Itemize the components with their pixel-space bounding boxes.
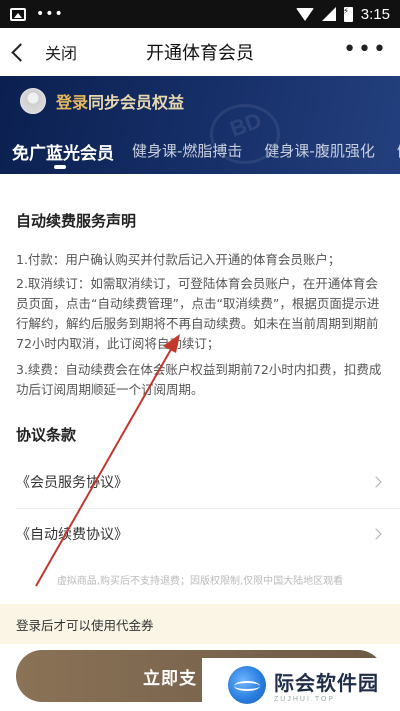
login-row[interactable]: 登录 同步会员权益 (20, 88, 184, 114)
statement-title: 自动续费服务声明 (16, 212, 137, 230)
nav-bar: 关闭 开通体育会员 ••• (0, 28, 400, 76)
battery-charging-icon (343, 6, 353, 22)
member-header: BD 登录 同步会员权益 免广蓝光会员 健身课-燃脂搏击 健身课-腹肌强化 健 (0, 76, 400, 174)
status-left: ••• (10, 6, 64, 22)
back-arrow-icon (11, 42, 30, 62)
watermark: 际会软件园 ZUJHUI.TOP (202, 658, 400, 711)
watermark-text: 际会软件园 ZUJHUI.TOP (274, 667, 379, 703)
agreement-label: 《会员服务协议》 (16, 475, 128, 491)
statement-item-payment: 1.付款：用户确认购买并付款后记入开通的体育会员账户； (16, 252, 341, 267)
status-time: 3:15 (360, 5, 390, 23)
watermark-logo-icon (228, 665, 266, 704)
content-area: 自动续费服务声明 1.付款：用户确认购买并付款后记入开通的体育会员账户； 2.取… (0, 174, 400, 604)
statement-item-cancel: 2.取消续订：如需取消续订，可登陆体育会员账户，在开通体育会员页面，点击“自动续… (16, 276, 380, 351)
watermark-sub: ZUJHUI.TOP (274, 695, 336, 703)
close-button[interactable]: 关闭 (0, 28, 77, 76)
close-label: 关闭 (45, 44, 78, 63)
coupon-bar[interactable]: 登录后才可以使用代金券 (0, 604, 400, 644)
statement-item-renew: 3.续费：自动续费会在体会账户权益到期前72小时内扣费，扣费成功后订阅周期顺延一… (16, 362, 382, 397)
chevron-right-icon (370, 476, 382, 488)
more-options-icon[interactable]: ••• (343, 39, 388, 61)
tab-fitness-boxing[interactable]: 健身课-燃脂搏击 (132, 136, 242, 161)
tab-fitness-abs[interactable]: 健身课-腹肌强化 (264, 136, 374, 161)
active-tab-indicator (54, 165, 66, 169)
agreement-label: 《自动续费协议》 (16, 527, 128, 543)
agreements-title: 协议条款 (16, 426, 77, 444)
avatar[interactable] (20, 88, 46, 114)
signal-icon (321, 7, 336, 21)
member-tabs: 免广蓝光会员 健身课-燃脂搏击 健身课-腹肌强化 健 (0, 136, 400, 174)
status-right: 3:15 (295, 5, 390, 23)
chevron-right-icon (370, 528, 382, 540)
login-link[interactable]: 登录 (56, 89, 88, 113)
more-notifications-icon: ••• (36, 6, 64, 22)
status-bar: ••• 3:15 (0, 0, 400, 28)
auto-renew-agreement-link[interactable]: 《自动续费协议》 (0, 508, 400, 560)
member-service-agreement-link[interactable]: 《会员服务协议》 (0, 456, 400, 508)
tab-ad-free-bluray[interactable]: 免广蓝光会员 (12, 136, 114, 164)
refund-notice: 虚拟商品,购买后不支持退费；因版权限制,仅限中国大陆地区观看 (56, 576, 344, 587)
sync-benefits-text: 同步会员权益 (88, 93, 185, 112)
watermark-name: 际会软件园 (274, 670, 379, 695)
gallery-icon (10, 7, 26, 21)
wifi-icon (295, 7, 314, 21)
